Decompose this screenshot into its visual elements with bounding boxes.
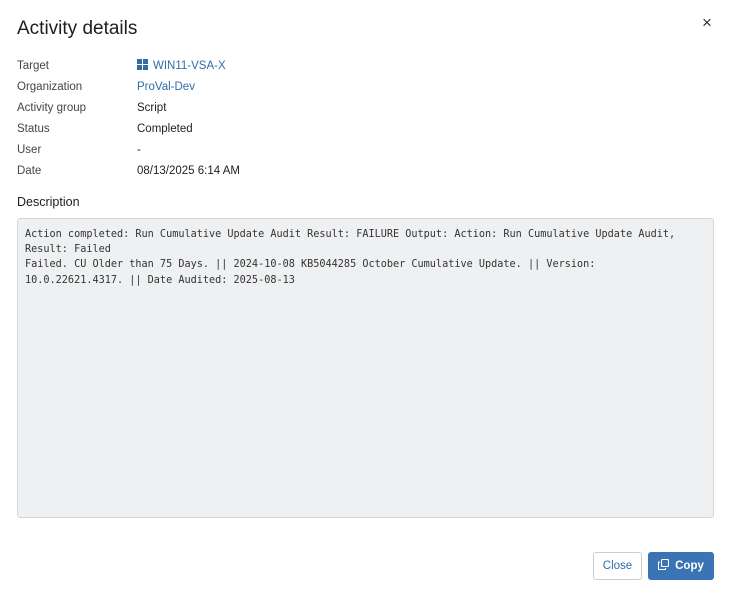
copy-button[interactable]: Copy (648, 552, 714, 580)
date-label: Date (17, 165, 42, 177)
description-heading: Description (17, 195, 80, 209)
date-value: 08/13/2025 6:14 AM (137, 165, 240, 177)
status-label: Status (17, 123, 50, 135)
copy-button-label: Copy (675, 560, 704, 572)
activity-group-value: Script (137, 102, 167, 114)
close-icon[interactable]: × (698, 14, 716, 32)
organization-label: Organization (17, 81, 83, 93)
status-value: Completed (137, 123, 193, 135)
target-label: Target (17, 60, 49, 72)
copy-icon (658, 559, 670, 570)
windows-icon (137, 59, 148, 70)
user-label: User (17, 144, 42, 156)
target-value: WIN11-VSA-X (153, 60, 226, 72)
close-button[interactable]: Close (593, 552, 642, 580)
description-textbox[interactable]: Action completed: Run Cumulative Update … (17, 218, 714, 518)
dialog-title: Activity details (17, 18, 138, 39)
user-value: - (137, 144, 141, 156)
activity-group-label: Activity group (17, 102, 87, 114)
target-link[interactable]: WIN11-VSA-X (137, 58, 226, 74)
organization-link[interactable]: ProVal-Dev (137, 79, 195, 95)
